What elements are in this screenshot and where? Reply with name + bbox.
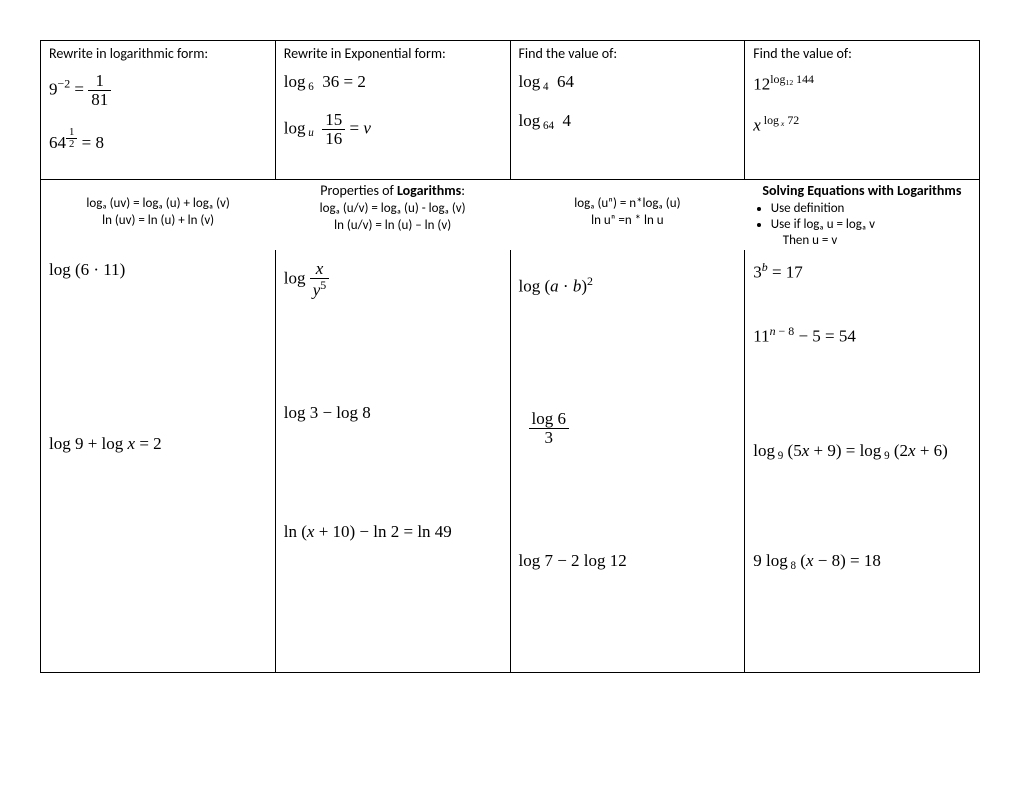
cell-pr3: log (a · b)2 log 63 log 7 − 2 log 12 — [510, 250, 745, 673]
pr-log6x11: log (6 · 11) — [49, 260, 267, 280]
eq-log6-36: log 6 36 = 2 — [284, 72, 502, 93]
cell-solve: Solving Equations with Logarithms Use de… — [745, 179, 980, 250]
eq-9neg2: 9−2 = 181 — [49, 72, 267, 109]
cell-pr4: 3b = 17 11n − 8 − 5 = 54 log 9 (5x + 9) … — [745, 250, 980, 673]
cell-r1c2: Rewrite in Exponential form: log 6 36 = … — [275, 41, 510, 180]
hdr-exp-form: Rewrite in Exponential form: — [284, 45, 502, 62]
pr-log3-log8: log 3 − log 8 — [284, 403, 502, 423]
prop-product: logₐ (uv) = logₐ (u) + logₐ (v) — [49, 196, 267, 211]
bullet-then: Then u = v — [783, 233, 971, 248]
eq-log4-64: log 4 64 — [519, 72, 737, 93]
prop-power-ln: ln uⁿ =n * ln u — [518, 213, 737, 228]
prop-product-ln: ln (uv) = ln (u) + ln (v) — [49, 213, 267, 228]
pr-log-x-y5: log xy5 — [284, 260, 502, 299]
prop-power: logₐ (uⁿ) = n*logₐ (u) — [518, 196, 737, 211]
pr-log6over3: log 63 — [529, 410, 737, 447]
hdr-find2: Find the value of: — [753, 45, 971, 62]
solve-bullets: Use definition Use if logₐ u = logₐ v — [771, 201, 971, 232]
pr-log9-5x9: log 9 (5x + 9) = log 9 (2x + 6) — [753, 441, 971, 462]
prop-quotient-ln: ln (u/v) = ln (u) – ln (v) — [283, 218, 502, 233]
eq-64half: 6412 = 8 — [49, 127, 267, 153]
pr-11n8: 11n − 8 − 5 = 54 — [753, 324, 971, 347]
eq-12log12: 12log12 144 — [753, 72, 971, 95]
prop-quotient: logₐ (u/v) = logₐ (u) - logₐ (v) — [283, 201, 502, 216]
worksheet-table: Rewrite in logarithmic form: 9−2 = 181 6… — [40, 40, 980, 673]
hdr-find1: Find the value of: — [519, 45, 737, 62]
bullet-eq: Use if logₐ u = logₐ v — [771, 217, 971, 232]
cell-r1c1: Rewrite in logarithmic form: 9−2 = 181 6… — [41, 41, 276, 180]
pr-9log8: 9 log 8 (x − 8) = 18 — [753, 551, 971, 572]
cell-prop2: Properties of Logarithms: document.query… — [275, 179, 510, 250]
eq-log64-4: log 64 4 — [519, 111, 737, 132]
eq-logu-1516: log u 1516 = v — [284, 111, 502, 148]
pr-log7-2log12: log 7 − 2 log 12 — [519, 551, 737, 571]
cell-pr2: log xy5 log 3 − log 8 ln (x + 10) − ln 2… — [275, 250, 510, 673]
solve-title: Solving Equations with Logarithms — [753, 182, 971, 199]
pr-log9logx: log 9 + log x = 2 — [49, 434, 267, 454]
cell-pr1: log (6 · 11) log 9 + log x = 2 — [41, 250, 276, 673]
cell-r1c4: Find the value of: 12log12 144 x log x 7… — [745, 41, 980, 180]
bullet-def: Use definition — [771, 201, 971, 216]
cell-r1c3: Find the value of: log 4 64 log 64 4 — [510, 41, 745, 180]
cell-prop3: logₐ (uⁿ) = n*logₐ (u) ln uⁿ =n * ln u — [510, 179, 745, 250]
cell-prop1: logₐ (uv) = logₐ (u) + logₐ (v) ln (uv) … — [41, 179, 276, 250]
pr-3b17: 3b = 17 — [753, 260, 971, 283]
eq-xlogx72: x log x 72 — [753, 113, 971, 136]
props-title: Properties of Logarithms: — [283, 182, 502, 199]
pr-lnx10: ln (x + 10) − ln 2 = ln 49 — [284, 522, 502, 542]
hdr-log-form: Rewrite in logarithmic form: — [49, 45, 267, 62]
pr-log-ab2: log (a · b)2 — [519, 274, 737, 297]
